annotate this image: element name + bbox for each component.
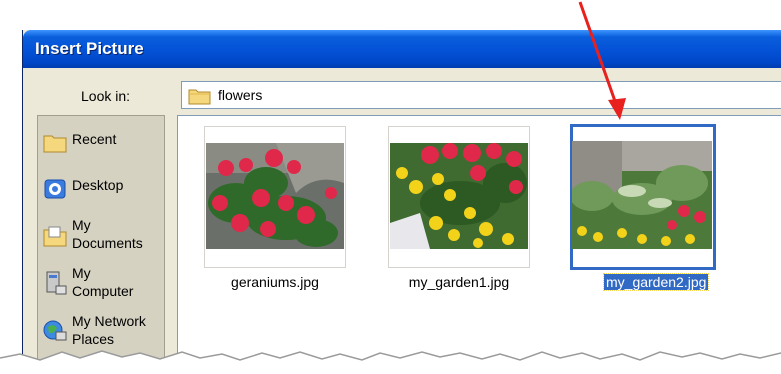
recent-folder-icon	[43, 135, 67, 153]
my-garden1-thumbnail-image	[390, 143, 528, 249]
insert-picture-dialog: Insert Picture Look in: flowers Recent D…	[22, 30, 781, 374]
my-computer-icon	[46, 271, 67, 295]
folder-icon	[188, 89, 211, 105]
file-thumbnail-my-garden1[interactable]	[388, 126, 530, 268]
place-label-my-computer: My Computer	[72, 265, 134, 299]
my-garden2-thumbnail-image	[572, 141, 712, 249]
annotation-arrow-icon	[578, 1, 626, 120]
file-name-geraniums[interactable]: geraniums.jpg	[204, 274, 346, 290]
look-in-dropdown[interactable]: flowers	[181, 81, 781, 109]
my-documents-icon	[43, 226, 67, 247]
place-label-desktop: Desktop	[72, 177, 124, 193]
dialog-title: Insert Picture	[35, 39, 144, 58]
look-in-label: Look in:	[81, 88, 131, 104]
file-thumbnail-my-garden2[interactable]	[570, 124, 716, 270]
title-bar[interactable]: Insert Picture	[23, 30, 781, 68]
look-in-value: flowers	[218, 87, 263, 103]
desktop-icon	[44, 179, 66, 199]
torn-edge-decoration	[0, 350, 781, 374]
place-label-my-documents: My Documents	[72, 217, 143, 251]
file-name-my-garden2[interactable]: my_garden2.jpg	[602, 273, 710, 291]
geraniums-thumbnail-image	[206, 143, 344, 249]
file-name-my-garden1[interactable]: my_garden1.jpg	[388, 274, 530, 290]
file-thumbnail-geraniums[interactable]	[204, 126, 346, 268]
place-label-recent: Recent	[72, 131, 117, 147]
